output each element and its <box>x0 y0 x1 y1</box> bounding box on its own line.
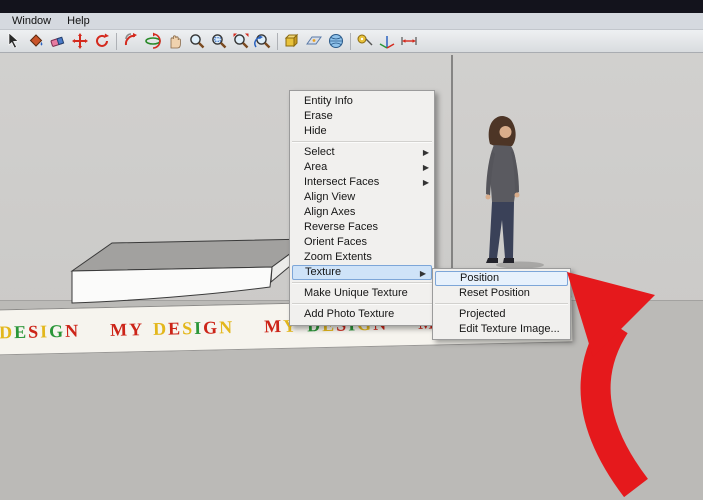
previous-view-icon[interactable] <box>252 31 274 52</box>
menu-item-area[interactable]: Area ▶ <box>290 160 434 175</box>
menu-item-erase[interactable]: Erase <box>290 109 434 124</box>
menu-item-label: Orient Faces <box>304 236 367 248</box>
axes-tool-icon[interactable] <box>376 31 398 52</box>
menu-item-label: Projected <box>459 308 505 320</box>
submenu-arrow-icon: ▶ <box>423 160 429 175</box>
make-component-icon[interactable] <box>281 31 303 52</box>
pan-tool-icon[interactable] <box>164 31 186 52</box>
menu-item-label: Make Unique Texture <box>304 287 408 299</box>
menu-item-make-unique-texture[interactable]: Make Unique Texture <box>290 286 434 301</box>
menu-separator <box>292 303 432 305</box>
menu-item-add-photo-texture[interactable]: Add Photo Texture <box>290 307 434 322</box>
menu-item-label: Entity Info <box>304 95 353 107</box>
menu-item-align-view[interactable]: Align View <box>290 190 434 205</box>
menu-separator <box>435 303 568 305</box>
move-tool-icon[interactable] <box>69 31 91 52</box>
tape-measure-icon[interactable] <box>354 31 376 52</box>
menu-separator <box>292 282 432 284</box>
banner-word: MY DESIGN <box>110 305 235 354</box>
context-menu: Entity InfoEraseHideSelect▶Area▶Intersec… <box>289 90 435 326</box>
platform-model <box>72 239 310 303</box>
offset-tool-icon[interactable] <box>120 31 142 52</box>
menu-item-label: Align View <box>304 191 355 203</box>
rotate-tool-icon[interactable] <box>91 31 113 52</box>
menu-item-label: Add Photo Texture <box>304 308 394 320</box>
menu-item-label: Erase <box>304 110 333 122</box>
menu-item-label: Zoom Extents <box>304 251 372 263</box>
menu-separator <box>292 141 432 143</box>
menu-item-label: Align Axes <box>304 206 355 218</box>
toolbar-separator <box>350 33 351 50</box>
toolbar-separator <box>116 33 117 50</box>
menu-item-label: Reset Position <box>459 287 530 299</box>
menu-item-edit-texture-image[interactable]: Edit Texture Image... <box>433 322 570 337</box>
section-plane-icon[interactable] <box>303 31 325 52</box>
person-figure <box>486 116 545 269</box>
menu-item-zoom-extents[interactable]: Zoom Extents <box>290 250 434 265</box>
submenu-arrow-icon: ▶ <box>423 175 429 190</box>
toolbar <box>0 30 703 53</box>
menu-item-reverse-faces[interactable]: Reverse Faces <box>290 220 434 235</box>
menu-item-label: Area <box>304 161 327 173</box>
toolbar-separator <box>277 33 278 50</box>
menu-item-label: Edit Texture Image... <box>459 323 560 335</box>
add-location-icon[interactable] <box>325 31 347 52</box>
texture-submenu: Position Reset Position Projected Edit Text… <box>432 268 571 340</box>
title-bar <box>0 0 703 13</box>
banner-word: MY DESIGN <box>0 309 81 356</box>
menu-item-texture[interactable]: Texture ▶ <box>292 265 432 280</box>
submenu-arrow-icon: ▶ <box>420 266 426 281</box>
submenu-arrow-icon: ▶ <box>423 145 429 160</box>
menu-bar: WindowHelp <box>0 13 703 30</box>
menu-window[interactable]: Window <box>4 14 59 28</box>
menu-item-label: Intersect Faces <box>304 176 379 188</box>
select-tool-icon[interactable] <box>3 31 25 52</box>
menu-item-select[interactable]: Select ▶ <box>290 145 434 160</box>
orbit-tool-icon[interactable] <box>142 31 164 52</box>
menu-item-label: Reverse Faces <box>304 221 378 233</box>
app-window: WindowHelp <box>0 0 703 500</box>
eraser-icon[interactable] <box>47 31 69 52</box>
dimension-tool-icon[interactable] <box>398 31 420 52</box>
menu-item-align-axes[interactable]: Align Axes <box>290 205 434 220</box>
menu-item-projected[interactable]: Projected <box>433 307 570 322</box>
menu-item-hide[interactable]: Hide <box>290 124 434 139</box>
zoom-window-icon[interactable] <box>208 31 230 52</box>
menu-item-orient-faces[interactable]: Orient Faces <box>290 235 434 250</box>
menu-item-label: Hide <box>304 125 327 137</box>
menu-item-position[interactable]: Position <box>435 271 568 286</box>
menu-item-label: Texture <box>305 266 341 278</box>
menu-item-entity-info[interactable]: Entity Info <box>290 94 434 109</box>
menu-item-label: Select <box>304 146 335 158</box>
paint-bucket-icon[interactable] <box>25 31 47 52</box>
menu-item-label: Position <box>460 272 499 284</box>
zoom-extents-icon[interactable] <box>230 31 252 52</box>
zoom-tool-icon[interactable] <box>186 31 208 52</box>
menu-item-intersect-faces[interactable]: Intersect Faces ▶ <box>290 175 434 190</box>
menu-help[interactable]: Help <box>59 14 98 28</box>
menu-item-reset-position[interactable]: Reset Position <box>433 286 570 301</box>
